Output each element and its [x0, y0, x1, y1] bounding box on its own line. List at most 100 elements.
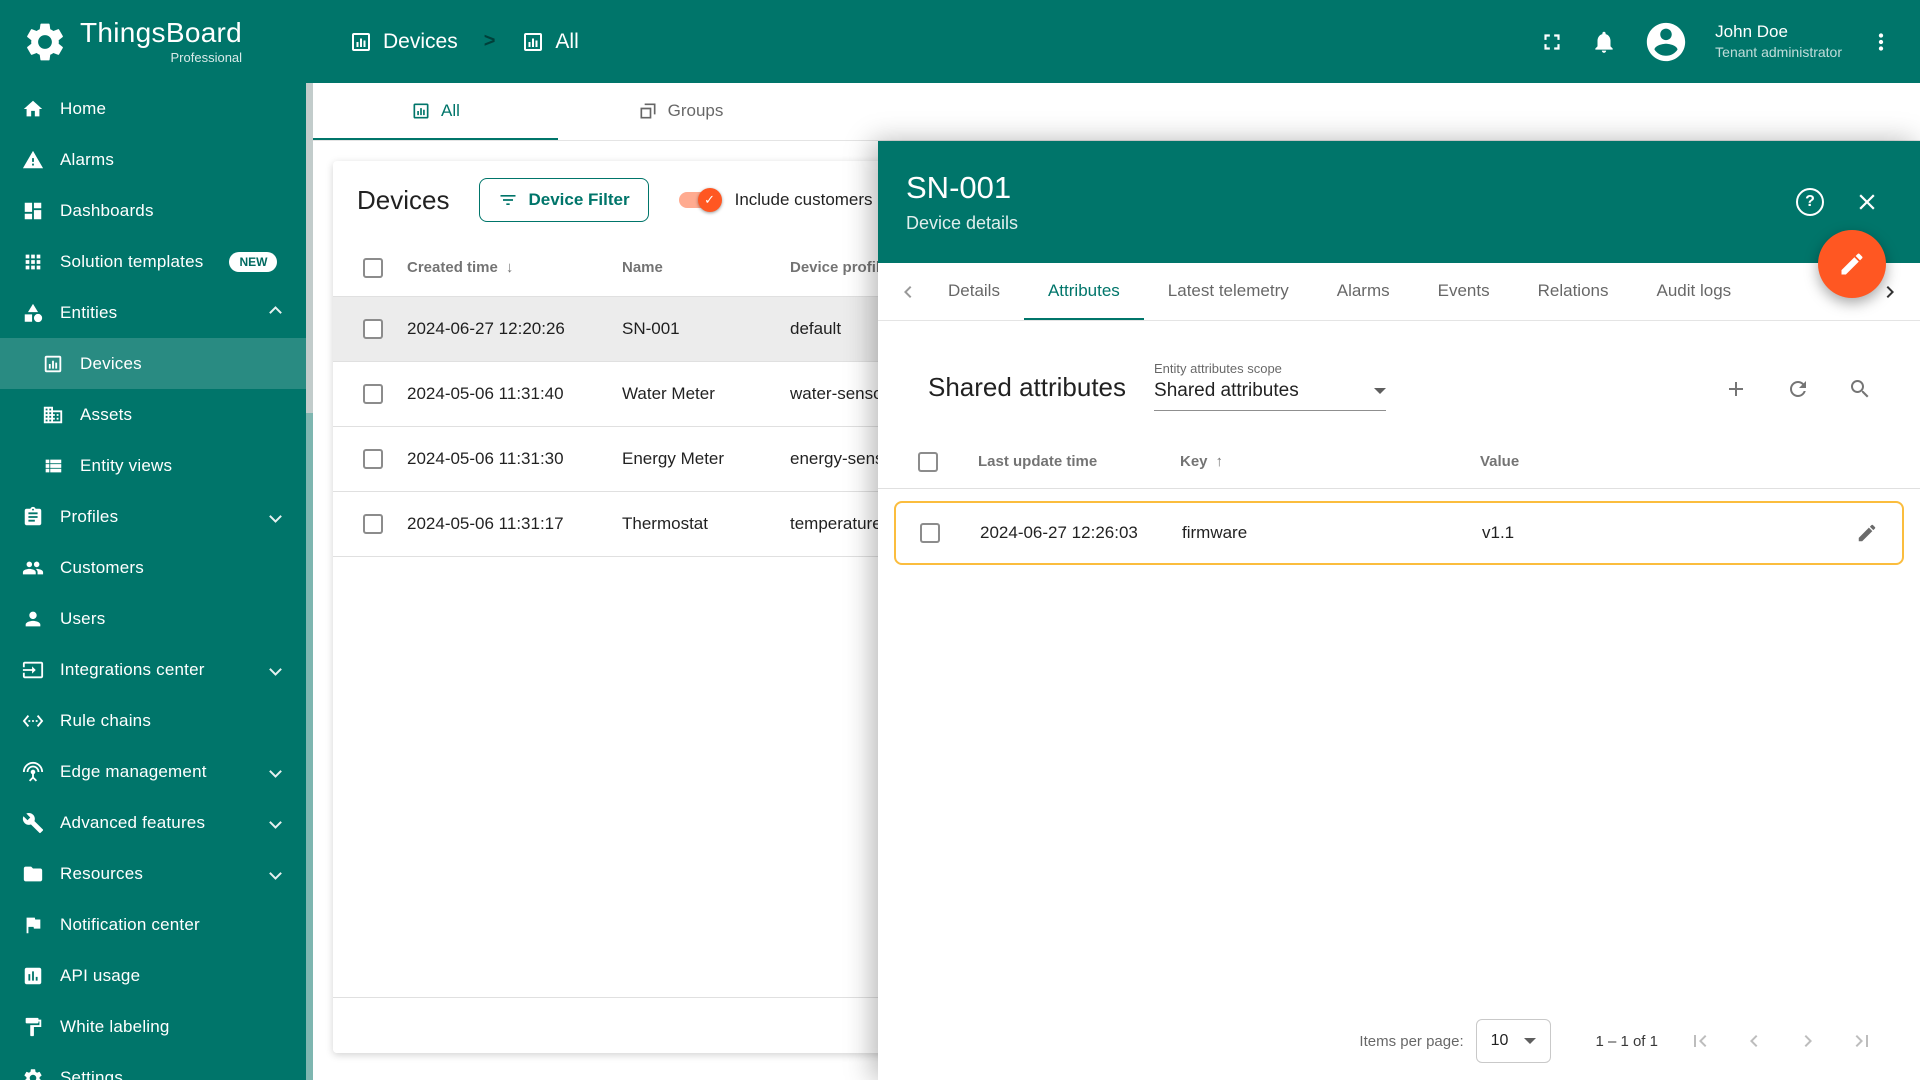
user-name: John Doe — [1715, 22, 1788, 42]
profiles-icon — [22, 506, 44, 528]
column-key[interactable]: Key — [1180, 453, 1480, 470]
previous-page-icon[interactable] — [1742, 1029, 1766, 1053]
attributes-table-header: Last update time Key Value — [878, 435, 1920, 489]
sidebar-item-alarms[interactable]: Alarms — [0, 134, 306, 185]
row-checkbox[interactable] — [363, 514, 383, 534]
sidebar-item-entity-views[interactable]: Entity views — [0, 440, 306, 491]
sidebar-item-label: Edge management — [60, 761, 207, 781]
logo[interactable]: ThingsBoard Professional — [0, 0, 313, 83]
user-info[interactable]: John Doe Tenant administrator — [1715, 21, 1842, 61]
row-checkbox[interactable] — [920, 523, 940, 543]
column-name[interactable]: Name — [622, 259, 790, 276]
cell-name: SN-001 — [622, 319, 680, 338]
sidebar-item-api-usage[interactable]: API usage — [0, 950, 306, 1001]
attributes-actions — [1724, 377, 1872, 411]
row-checkbox[interactable] — [363, 319, 383, 339]
sidebar-item-entities[interactable]: Entities — [0, 287, 306, 338]
sidebar-item-label: Advanced features — [60, 812, 206, 832]
close-icon[interactable] — [1854, 189, 1880, 215]
breadcrumb-all[interactable]: All — [555, 30, 578, 54]
edit-value-icon[interactable] — [1856, 522, 1878, 544]
column-created-time[interactable]: Created time — [407, 259, 622, 276]
top-bar: Devices All John Doe Tenant administrato… — [313, 0, 1920, 83]
cell-name: Energy Meter — [622, 449, 725, 468]
drawer-tabbar: Details Attributes Latest telemetry Alar… — [878, 263, 1920, 321]
select-all-checkbox[interactable] — [363, 257, 383, 278]
notifications-bell-icon[interactable] — [1591, 29, 1617, 55]
sidebar-item-label: Rule chains — [60, 710, 152, 730]
avatar[interactable] — [1643, 19, 1689, 65]
add-attribute-icon[interactable] — [1724, 377, 1748, 401]
sidebar-item-white-labeling[interactable]: White labeling — [0, 1001, 306, 1052]
sidebar-item-advanced-features[interactable]: Advanced features — [0, 797, 306, 848]
tab-latest-telemetry[interactable]: Latest telemetry — [1144, 263, 1313, 320]
include-customers-label: Include customers — [734, 190, 873, 209]
tabs-scroll-left-icon[interactable] — [892, 263, 924, 320]
cell-value: v1.1 — [1482, 523, 1515, 542]
sidebar-item-resources[interactable]: Resources — [0, 848, 306, 899]
next-page-icon[interactable] — [1796, 1029, 1820, 1053]
sidebar-scrollbar[interactable] — [306, 83, 313, 1080]
sidebar-nav: Home Alarms Dashboards Solution template… — [0, 83, 306, 1080]
last-page-icon[interactable] — [1850, 1029, 1874, 1053]
sidebar-item-label: Profiles — [60, 506, 119, 526]
sidebar-item-label: Notification center — [60, 914, 200, 934]
attribute-row-firmware[interactable]: 2024-06-27 12:26:03 firmware v1.1 — [894, 501, 1904, 565]
items-per-page-value: 10 — [1490, 1032, 1509, 1049]
sidebar-item-label: Users — [60, 608, 106, 628]
sidebar-item-label: API usage — [60, 965, 141, 985]
sidebar-item-label: Home — [60, 98, 107, 118]
tab-events[interactable]: Events — [1414, 263, 1514, 320]
sidebar-item-settings[interactable]: Settings — [0, 1052, 306, 1080]
sidebar-item-profiles[interactable]: Profiles — [0, 491, 306, 542]
row-checkbox[interactable] — [363, 449, 383, 469]
users-icon — [22, 608, 44, 630]
sidebar-item-customers[interactable]: Customers — [0, 542, 306, 593]
cell-created-time: 2024-06-27 12:20:26 — [407, 319, 565, 338]
sidebar-item-devices[interactable]: Devices — [0, 338, 306, 389]
device-filter-button[interactable]: Device Filter — [479, 178, 649, 222]
chevron-down-icon — [269, 510, 282, 523]
include-customers-toggle[interactable] — [678, 188, 722, 212]
sidebar-scrollbar-thumb[interactable] — [306, 83, 313, 413]
sidebar-item-dashboards[interactable]: Dashboards — [0, 185, 306, 236]
row-checkbox[interactable] — [363, 384, 383, 404]
tab-groups[interactable]: Groups — [558, 83, 803, 140]
sidebar-item-assets[interactable]: Assets — [0, 389, 306, 440]
tab-audit-logs[interactable]: Audit logs — [1633, 263, 1756, 320]
search-icon[interactable] — [1848, 377, 1872, 401]
tab-all[interactable]: All — [313, 83, 558, 140]
more-vert-icon[interactable] — [1868, 29, 1894, 55]
sidebar-item-notification-center[interactable]: Notification center — [0, 899, 306, 950]
assets-icon — [42, 404, 64, 426]
breadcrumb-separator-icon — [484, 30, 496, 53]
tab-alarms[interactable]: Alarms — [1313, 263, 1414, 320]
sidebar-item-users[interactable]: Users — [0, 593, 306, 644]
select-all-checkbox[interactable] — [918, 451, 938, 472]
sidebar-item-solution-templates[interactable]: Solution templates NEW — [0, 236, 306, 287]
tab-attributes[interactable]: Attributes — [1023, 263, 1144, 320]
attributes-heading: Shared attributes — [928, 372, 1127, 402]
help-icon[interactable] — [1796, 188, 1824, 216]
sidebar-item-home[interactable]: Home — [0, 83, 306, 134]
breadcrumb-devices[interactable]: Devices — [383, 30, 458, 54]
sidebar-item-integrations-center[interactable]: Integrations center — [0, 644, 306, 695]
fullscreen-icon[interactable] — [1539, 29, 1565, 55]
edge-management-icon — [22, 761, 44, 783]
items-per-page-select[interactable]: 10 — [1475, 1019, 1552, 1063]
tab-relations[interactable]: Relations — [1514, 263, 1633, 320]
column-value[interactable]: Value — [1480, 453, 1864, 470]
attributes-scope-select[interactable]: Entity attributes scope Shared attribute… — [1154, 361, 1387, 411]
sidebar: ThingsBoard Professional Home Alarms Das… — [0, 0, 313, 1080]
resources-icon — [22, 863, 44, 885]
sidebar-item-rule-chains[interactable]: Rule chains — [0, 695, 306, 746]
column-last-update-time[interactable]: Last update time — [978, 453, 1180, 470]
cell-key: firmware — [1182, 523, 1248, 542]
edit-fab-button[interactable] — [1818, 230, 1886, 298]
tab-details[interactable]: Details — [924, 263, 1024, 320]
chevron-down-icon — [269, 663, 282, 676]
first-page-icon[interactable] — [1688, 1029, 1712, 1053]
filter-icon — [498, 190, 518, 210]
refresh-icon[interactable] — [1786, 377, 1810, 401]
sidebar-item-edge-management[interactable]: Edge management — [0, 746, 306, 797]
